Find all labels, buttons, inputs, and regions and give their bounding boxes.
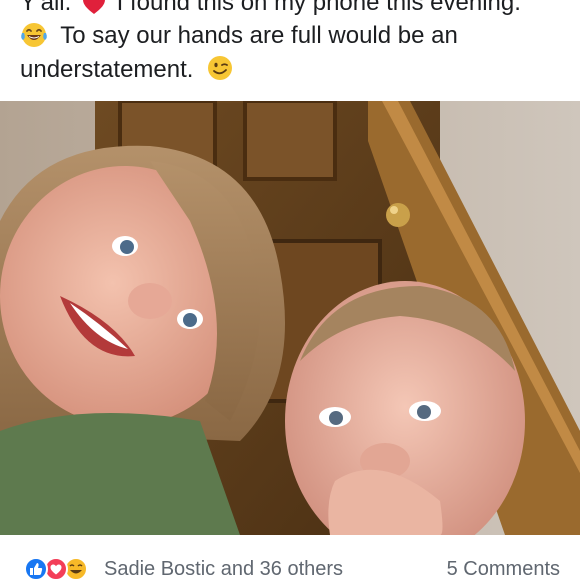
post-text-line-3: understatement. <box>20 55 194 83</box>
post-line-2: To say our hands are full would be an <box>20 19 570 53</box>
post-line-1: Y'all. I found this on my phone this eve… <box>20 0 570 19</box>
like-icon <box>24 557 48 581</box>
post-text-line-2: To say our hands are full would be an <box>60 22 458 49</box>
post-footer: Sadie Bostic and 36 others 5 Comments <box>0 552 580 582</box>
reaction-icons[interactable] <box>18 556 98 582</box>
love-icon <box>44 557 68 581</box>
haha-icon <box>64 557 88 581</box>
post-line-3: understatement. <box>20 53 570 87</box>
comment-count-link[interactable]: 5 Comments <box>447 558 560 581</box>
laughing-tears-emoji-icon <box>20 21 48 49</box>
heart-emoji-icon <box>82 0 106 14</box>
reaction-names-link[interactable]: Sadie Bostic and 36 others <box>104 558 343 581</box>
post-text-part-1: Y'all. <box>20 0 72 16</box>
selfie-photo-image <box>0 101 580 535</box>
winking-emoji-icon <box>206 54 234 82</box>
post-text-part-2: I found this on my phone this evening. <box>116 0 521 16</box>
post-text: Y'all. I found this on my phone this eve… <box>20 0 570 86</box>
post-photo[interactable] <box>0 101 580 535</box>
